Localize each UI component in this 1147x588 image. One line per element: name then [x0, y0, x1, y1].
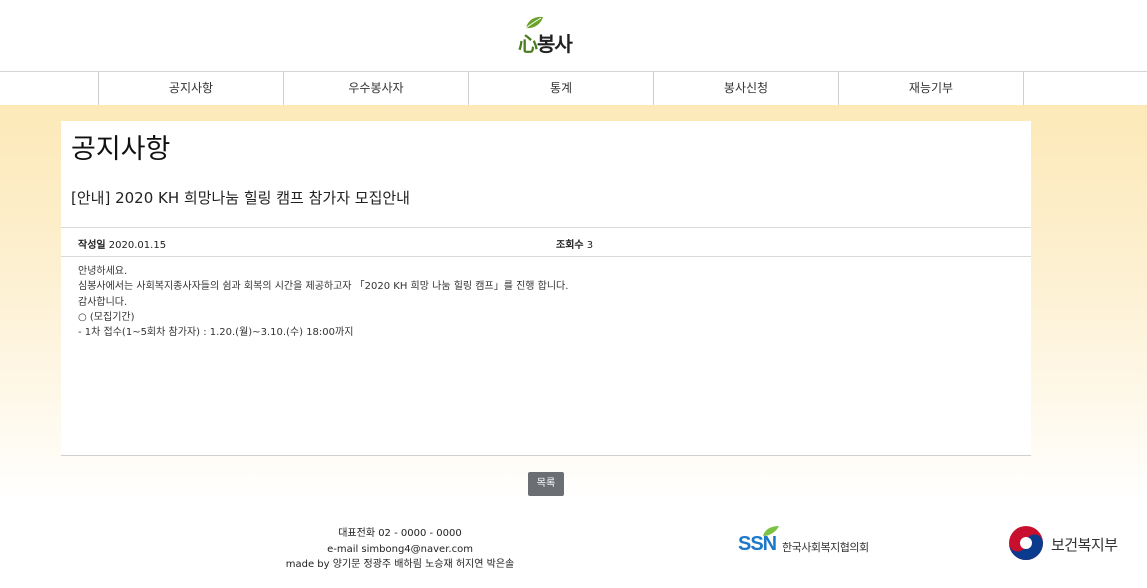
- nav-item-statistics[interactable]: 통계: [468, 72, 653, 105]
- ssn-mark: SSN: [738, 533, 777, 555]
- footer-email: e-mail simbong4@naver.com: [327, 543, 473, 555]
- divider: [61, 455, 1031, 456]
- nav-item-notice[interactable]: 공지사항: [98, 72, 283, 105]
- logo-heart: 心: [518, 32, 538, 56]
- date-label: 작성일: [78, 240, 106, 251]
- post-views: 조회수 3: [556, 236, 593, 251]
- main-nav: 공지사항 우수봉사자 통계 봉사신청 재능기부: [0, 71, 1147, 106]
- notice-panel: 공지사항 [안내] 2020 KH 희망나눔 힐링 캠프 참가자 모집안내 작성…: [61, 121, 1031, 456]
- page-title: 공지사항: [71, 134, 171, 165]
- body-line: 안녕하세요.: [78, 266, 128, 277]
- post-meta: 작성일 2020.01.15 조회수 3: [61, 227, 1031, 257]
- site-logo[interactable]: 心봉사: [518, 16, 578, 56]
- views-value: 3: [586, 240, 594, 251]
- nav-list: 공지사항 우수봉사자 통계 봉사신청 재능기부: [98, 72, 1024, 105]
- footer-info: 대표전화 02 - 0000 - 0000 e-mail simbong4@na…: [260, 526, 540, 573]
- body-line: 심봉사에서는 사회복지종사자들의 쉼과 회복의 시간을 제공하고자 「2020 …: [78, 281, 569, 293]
- footer-phone: 대표전화 02 - 0000 - 0000: [338, 528, 462, 539]
- post-date: 작성일 2020.01.15: [78, 236, 166, 251]
- post-body: 안녕하세요. 심봉사에서는 사회복지종사자들의 쉼과 회복의 시간을 제공하고자…: [78, 264, 568, 340]
- body-line: - 1차 접수(1~5회차 참가자) : 1.20.(월)~3.10.(수) 1…: [78, 327, 354, 339]
- views-label: 조회수: [556, 240, 584, 251]
- taegeuk-icon: [1009, 526, 1043, 560]
- logo-text: 心봉사: [518, 28, 573, 57]
- footer-credits: made by 양기문 정광주 배하림 노승재 허지연 박은솔: [285, 559, 515, 570]
- nav-item-talent-donation[interactable]: 재능기부: [838, 72, 1024, 105]
- body-line: 감사합니다.: [78, 296, 128, 308]
- nav-item-best-volunteer[interactable]: 우수봉사자: [283, 72, 468, 105]
- logo-word: 봉사: [537, 32, 573, 56]
- body-line: ○ (모집기간): [78, 311, 135, 323]
- date-value: 2020.01.15: [108, 240, 167, 251]
- nav-item-volunteer-apply[interactable]: 봉사신청: [653, 72, 838, 105]
- post-title: [안내] 2020 KH 희망나눔 힐링 캠프 참가자 모집안내: [71, 189, 410, 207]
- mohw-name: 보건복지부: [1051, 536, 1118, 554]
- list-button[interactable]: 목록: [528, 472, 564, 496]
- ssn-name: 한국사회복지협의회: [782, 541, 869, 554]
- site-header: 心봉사: [0, 0, 1147, 71]
